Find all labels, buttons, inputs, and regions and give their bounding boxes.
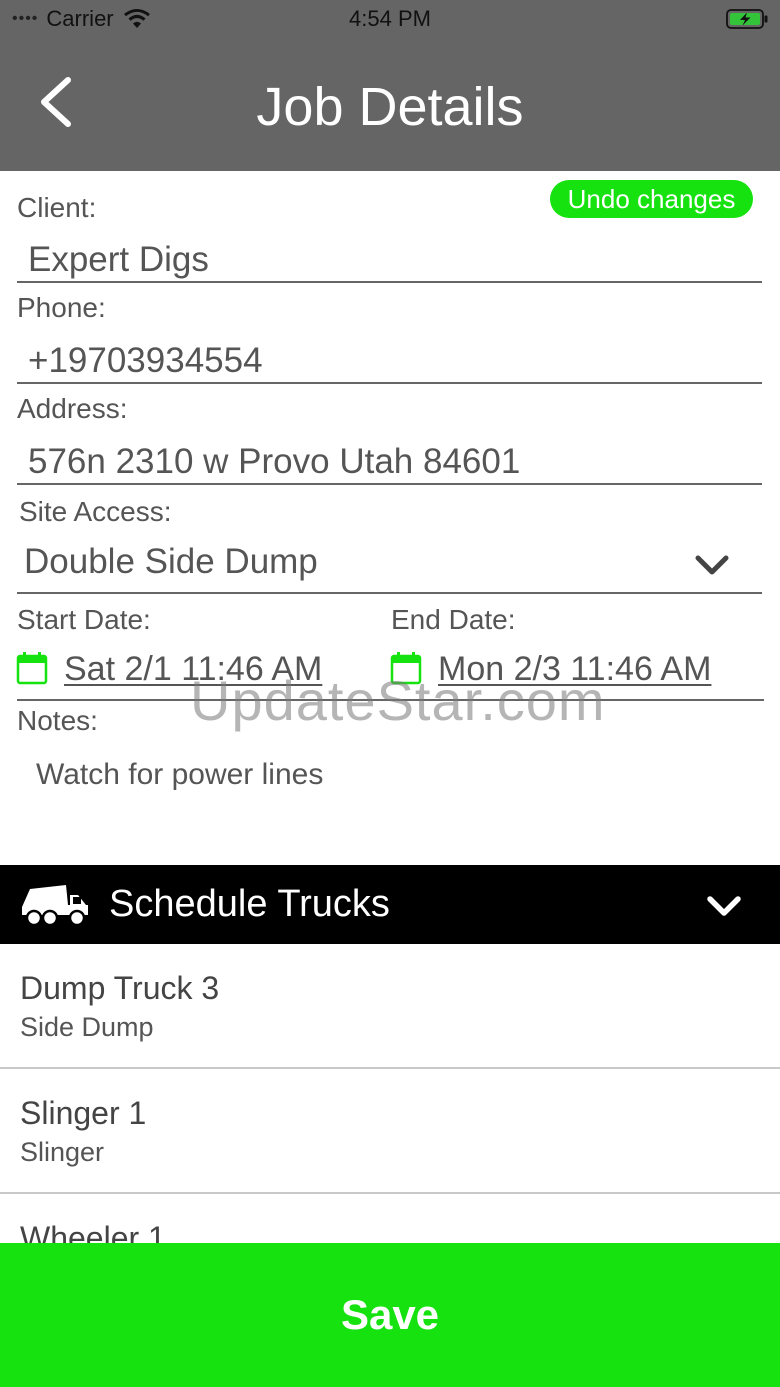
site-access-select[interactable]: Double Side Dump	[24, 542, 318, 582]
chevron-down-icon[interactable]	[705, 893, 743, 919]
battery-icon	[726, 9, 768, 29]
dump-truck-icon	[22, 885, 88, 927]
status-bar: •••• Carrier 4:54 PM	[0, 0, 780, 40]
truck-name: Slinger 1	[20, 1095, 147, 1131]
save-button[interactable]: Save	[0, 1243, 780, 1387]
chevron-down-icon[interactable]	[694, 552, 730, 578]
schedule-trucks-header[interactable]: Schedule Trucks	[0, 865, 780, 944]
start-date-label: Start Date:	[17, 604, 151, 635]
status-time: 4:54 PM	[349, 6, 431, 31]
end-date-label: End Date:	[391, 604, 516, 635]
phone-label: Phone:	[17, 292, 106, 323]
site-access-underline	[17, 592, 762, 594]
nav-header: •••• Carrier 4:54 PM Job Details	[0, 0, 780, 171]
truck-name: Dump Truck 3	[20, 970, 220, 1006]
address-underline	[17, 483, 762, 485]
client-field[interactable]: Expert Digs	[28, 240, 209, 280]
notes-field[interactable]: Watch for power lines	[36, 758, 323, 792]
client-underline	[17, 281, 762, 283]
phone-underline	[17, 382, 762, 384]
truck-type: Slinger	[20, 1137, 105, 1167]
address-label: Address:	[17, 393, 128, 424]
site-access-label: Site Access:	[19, 496, 172, 527]
client-label: Client:	[17, 192, 97, 223]
list-item[interactable]: Slinger 1 Slinger	[0, 1069, 780, 1194]
list-item[interactable]: Dump Truck 3 Side Dump	[0, 944, 780, 1069]
calendar-icon	[16, 652, 48, 685]
address-field[interactable]: 576n 2310 w Provo Utah 84601	[28, 442, 520, 482]
truck-type: Side Dump	[20, 1012, 154, 1042]
schedule-trucks-title: Schedule Trucks	[109, 883, 390, 925]
phone-field[interactable]: +19703934554	[28, 341, 263, 381]
undo-changes-button[interactable]: Undo changes	[550, 180, 753, 218]
watermark: UpdateStar.com	[190, 669, 606, 732]
notes-label: Notes:	[17, 705, 98, 736]
page-title: Job Details	[256, 77, 524, 137]
